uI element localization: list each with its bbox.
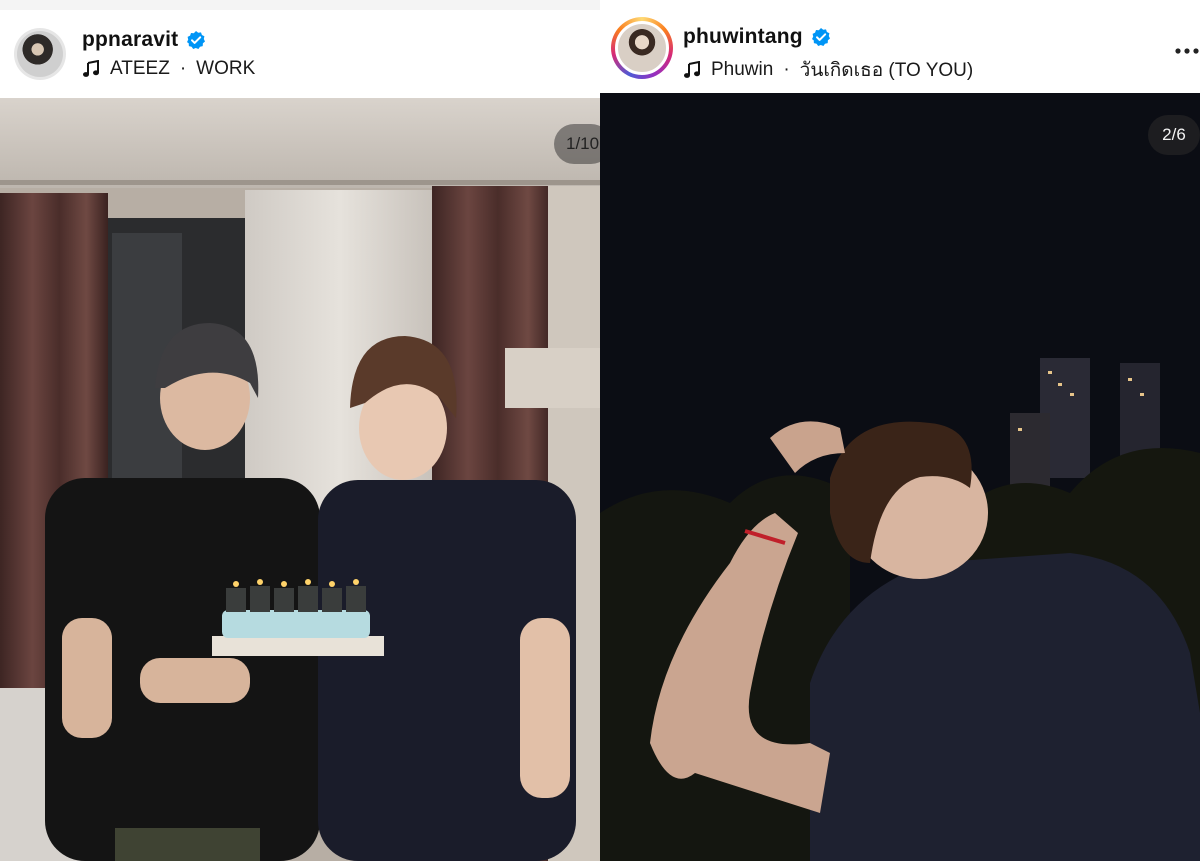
avatar-image — [615, 21, 669, 75]
post-photo[interactable]: 2/6 — [600, 93, 1200, 861]
post-photo[interactable]: 1/10 — [0, 98, 600, 861]
verified-badge-icon — [186, 30, 206, 50]
username-link[interactable]: ppnaravit — [82, 28, 178, 52]
post-header: phuwintang Phuwin · วันเกิดเธอ (TO YOU) — [600, 0, 1200, 93]
username-row: ppnaravit — [82, 28, 206, 52]
username-row: phuwintang — [683, 25, 831, 49]
music-row[interactable]: Phuwin · วันเกิดเธอ (TO YOU) — [683, 55, 973, 85]
post-phuwintang: phuwintang Phuwin · วันเกิดเธอ (TO YOU) — [600, 0, 1200, 861]
post-header: ppnaravit ATEEZ · WORK — [0, 10, 600, 98]
music-separator: · — [783, 59, 790, 80]
music-artist: Phuwin — [711, 59, 774, 80]
username-link[interactable]: phuwintang — [683, 25, 803, 49]
music-artist: ATEEZ — [110, 58, 170, 79]
more-options-icon[interactable] — [1174, 46, 1200, 56]
music-row[interactable]: ATEEZ · WORK — [82, 58, 255, 80]
music-note-icon — [82, 60, 100, 78]
carousel-counter: 1/10 — [554, 124, 600, 164]
avatar-image — [17, 31, 63, 77]
music-title: WORK — [196, 58, 256, 79]
top-divider — [0, 0, 600, 10]
avatar[interactable] — [14, 28, 66, 80]
verified-badge-icon — [811, 27, 831, 47]
carousel-counter: 2/6 — [1148, 115, 1200, 155]
music-note-icon — [683, 61, 701, 79]
music-separator: · — [179, 58, 187, 79]
music-title: วันเกิดเธอ (TO YOU) — [799, 60, 974, 81]
avatar-story-ring[interactable] — [611, 17, 673, 79]
post-ppnaravit: ppnaravit ATEEZ · WORK 1/10 — [0, 0, 600, 861]
